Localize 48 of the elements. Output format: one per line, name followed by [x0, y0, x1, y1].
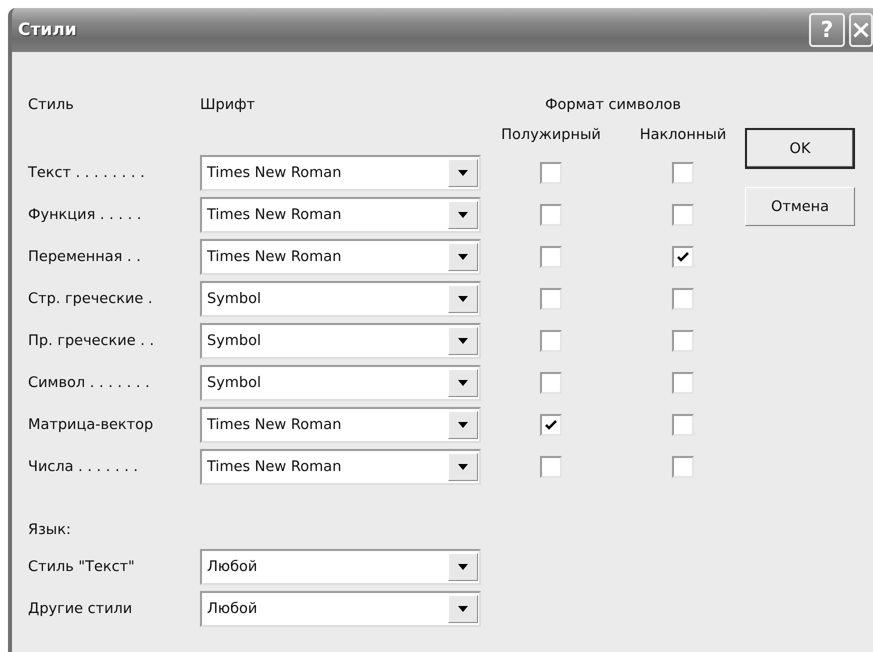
font-dropdown[interactable]: Symbol	[200, 365, 481, 401]
style-label: Функция . . . . .	[28, 207, 142, 223]
column-header: Формат символов	[545, 97, 681, 113]
style-label: Стр. греческие .	[28, 291, 154, 307]
font-dropdown[interactable]: Times New Roman	[200, 449, 481, 485]
font-dropdown[interactable]: Times New Roman	[200, 239, 481, 275]
checkbox[interactable]	[672, 372, 694, 394]
checkbox[interactable]	[540, 288, 562, 310]
check-icon	[545, 420, 557, 430]
checkbox[interactable]	[672, 330, 694, 352]
checkbox[interactable]	[540, 162, 562, 184]
checkbox[interactable]	[540, 456, 562, 478]
window-title: Стили	[18, 20, 78, 40]
check-icon	[677, 252, 689, 262]
column-header: Стиль	[28, 97, 75, 113]
checkbox[interactable]	[672, 204, 694, 226]
style-label: Числа . . . . . . .	[28, 459, 140, 475]
font-dropdown[interactable]: Times New Roman	[200, 197, 481, 233]
checkbox[interactable]	[672, 414, 694, 436]
column-header: Шрифт	[200, 97, 256, 113]
checkbox[interactable]	[540, 372, 562, 394]
checkbox[interactable]	[540, 204, 562, 226]
language-label: Другие стили	[28, 601, 134, 617]
checkbox[interactable]	[672, 162, 694, 184]
font-dropdown[interactable]: Times New Roman	[200, 155, 481, 191]
font-dropdown[interactable]: Symbol	[200, 323, 481, 359]
cancel-button[interactable]: Отмена	[745, 187, 855, 226]
checkbox[interactable]	[672, 246, 694, 268]
checkbox[interactable]	[540, 414, 562, 436]
style-label: Символ . . . . . . .	[28, 375, 151, 391]
checkbox[interactable]	[672, 288, 694, 310]
ok-button[interactable]: OK	[745, 128, 855, 169]
font-dropdown[interactable]: Times New Roman	[200, 407, 481, 443]
style-label: Матрица-вектор	[28, 417, 154, 433]
column-header: Полужирный	[501, 127, 601, 143]
style-label: Пр. греческие . .	[28, 333, 156, 349]
language-label: Стиль "Текст"	[28, 559, 136, 575]
style-label: Текст . . . . . . . .	[28, 165, 146, 181]
font-dropdown[interactable]: Любой	[200, 591, 481, 627]
font-dropdown[interactable]: Symbol	[200, 281, 481, 317]
section-label: Язык:	[28, 522, 72, 538]
checkbox[interactable]	[540, 330, 562, 352]
style-label: Переменная . .	[28, 249, 142, 265]
font-dropdown[interactable]: Любой	[200, 549, 481, 585]
checkbox[interactable]	[672, 456, 694, 478]
checkbox[interactable]	[540, 246, 562, 268]
column-header: Наклонный	[640, 127, 726, 143]
close-button[interactable]	[849, 13, 873, 47]
